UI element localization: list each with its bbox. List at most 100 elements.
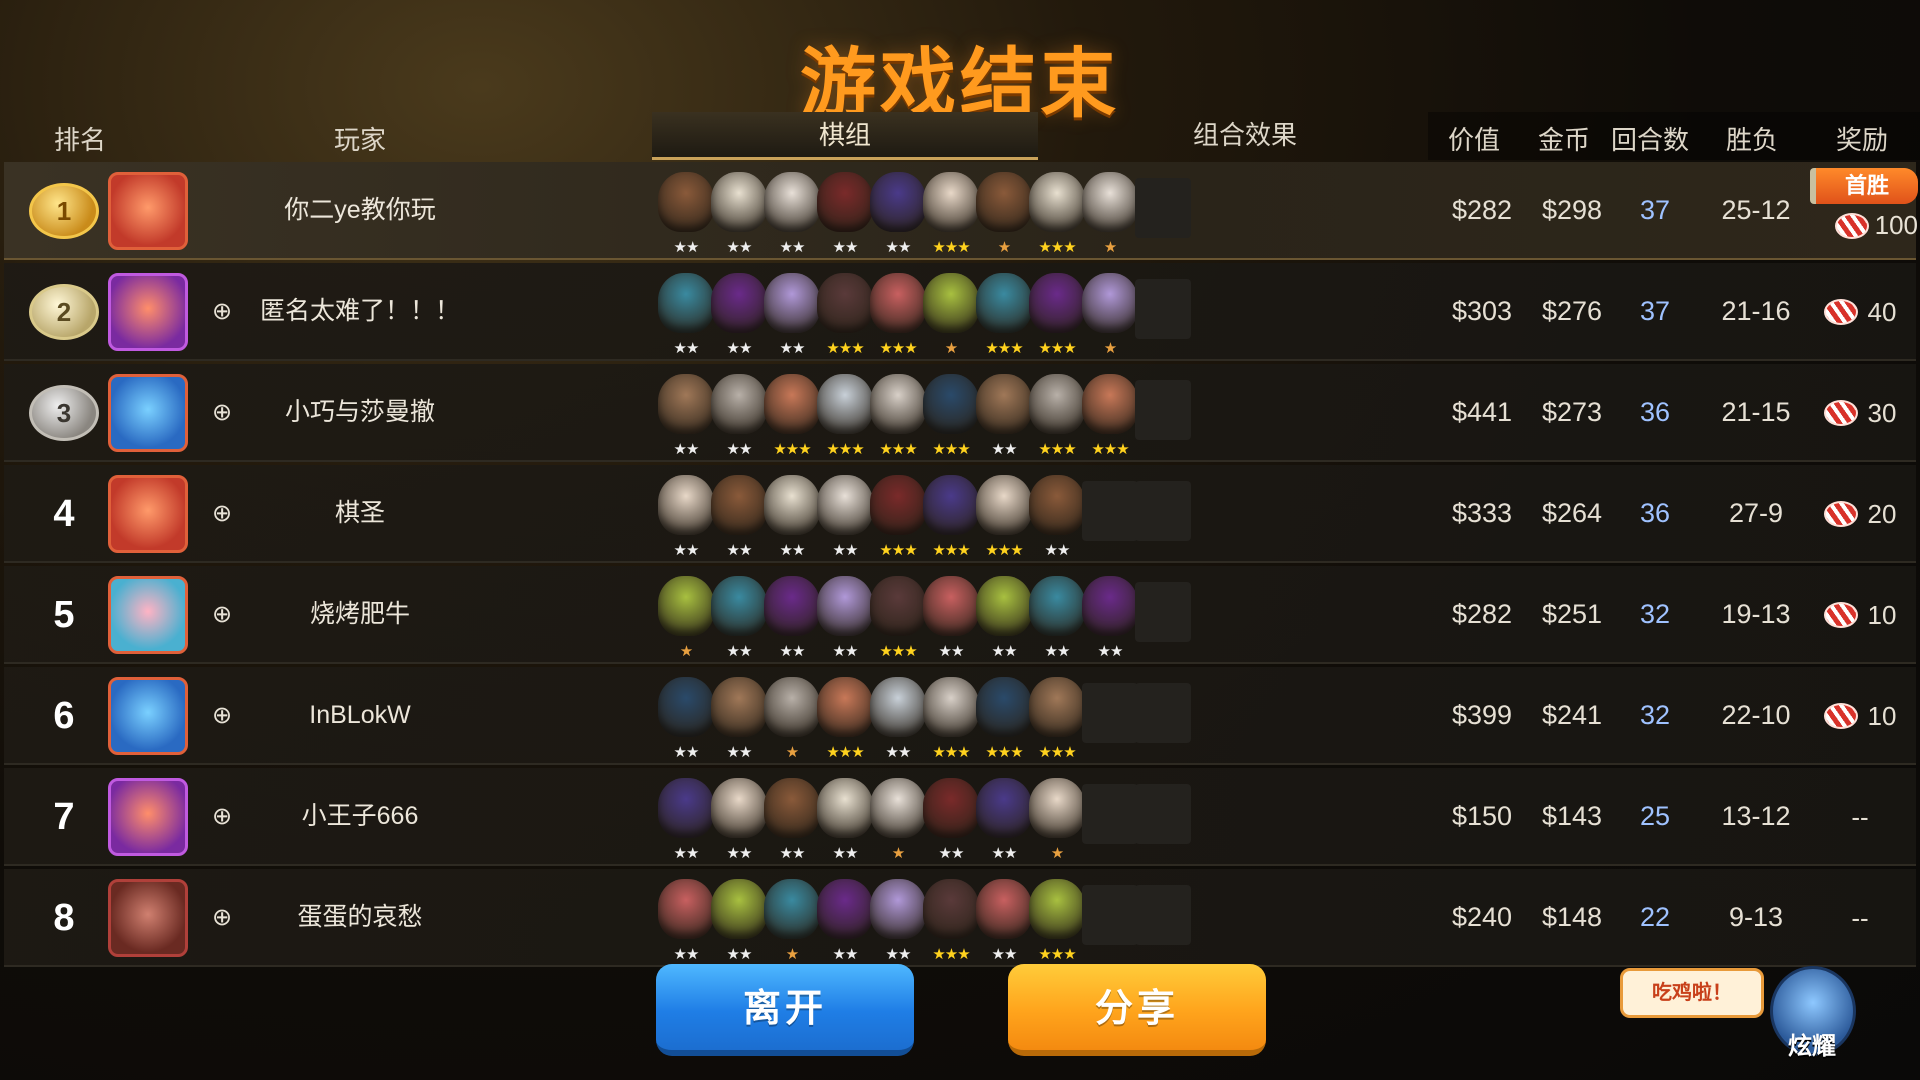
chess-piece[interactable]: ★★★: [868, 269, 928, 357]
chess-piece[interactable]: ★★: [815, 875, 875, 963]
chess-piece[interactable]: ★★: [762, 471, 822, 559]
candy-icon: [1823, 501, 1858, 527]
chess-piece[interactable]: ★★: [709, 269, 769, 357]
chess-piece[interactable]: ★★★: [868, 370, 928, 458]
chess-piece[interactable]: ★★★: [1027, 168, 1087, 256]
add-friend-icon[interactable]: ⊕: [206, 600, 238, 630]
chess-piece[interactable]: ★★★: [868, 471, 928, 559]
chess-piece[interactable]: ★★: [709, 471, 769, 559]
add-friend-icon[interactable]: ⊕: [206, 903, 238, 933]
chess-piece[interactable]: ★★: [656, 875, 716, 963]
chess-piece[interactable]: ★: [974, 168, 1034, 256]
chess-piece[interactable]: ★★★: [1027, 370, 1087, 458]
chess-piece[interactable]: ★★★: [921, 471, 981, 559]
player-avatar[interactable]: [108, 879, 188, 957]
chess-piece[interactable]: ★★: [656, 774, 716, 862]
tab-effects[interactable]: 组合效果: [1040, 112, 1450, 160]
chess-piece[interactable]: ★★: [1080, 572, 1140, 660]
chess-piece[interactable]: ★★: [709, 168, 769, 256]
chess-piece[interactable]: ★★: [974, 774, 1034, 862]
chess-piece[interactable]: ★★★: [974, 471, 1034, 559]
chess-piece[interactable]: ★★: [709, 875, 769, 963]
share-button[interactable]: 分享: [1008, 964, 1266, 1056]
chess-piece[interactable]: ★: [1080, 269, 1140, 357]
player-avatar[interactable]: [108, 374, 188, 452]
chess-piece[interactable]: ★★: [709, 774, 769, 862]
table-row: 6 ⊕ InBLokW ★★ ★★ ★ ★★★ ★★ ★★★ ★★★ ★★★ $399 $241 32 22…: [4, 667, 1916, 765]
chess-piece[interactable]: ★: [921, 269, 981, 357]
player-avatar[interactable]: [108, 576, 188, 654]
chess-piece[interactable]: ★★★: [1027, 875, 1087, 963]
tab-lineups[interactable]: 棋组: [652, 112, 1038, 160]
chess-piece[interactable]: ★★: [1027, 572, 1087, 660]
chess-piece[interactable]: ★★: [868, 673, 928, 761]
chess-piece[interactable]: ★★★: [815, 370, 875, 458]
piece-portrait-icon: [1029, 172, 1085, 232]
chess-piece[interactable]: ★★: [868, 875, 928, 963]
piece-portrait-icon: [870, 778, 926, 838]
chess-piece[interactable]: ★★: [656, 168, 716, 256]
piece-portrait-icon: [711, 475, 767, 535]
chess-piece[interactable]: ★: [868, 774, 928, 862]
add-friend-icon[interactable]: ⊕: [206, 297, 238, 327]
chess-piece[interactable]: ★★: [974, 370, 1034, 458]
chess-piece[interactable]: ★★: [921, 572, 981, 660]
chess-piece[interactable]: ★★: [762, 572, 822, 660]
chess-piece[interactable]: ★★: [868, 168, 928, 256]
header-rounds: 回合数: [1610, 125, 1689, 155]
chess-piece[interactable]: ★★: [709, 572, 769, 660]
chess-piece[interactable]: ★★: [974, 875, 1034, 963]
chess-piece[interactable]: ★★: [709, 370, 769, 458]
chess-piece[interactable]: ★★★: [1080, 370, 1140, 458]
chess-piece[interactable]: ★★: [815, 168, 875, 256]
player-avatar[interactable]: [108, 778, 188, 856]
piece-stars: ★★: [673, 542, 700, 559]
chess-piece[interactable]: ★★★: [974, 673, 1034, 761]
chess-piece[interactable]: ★★: [762, 774, 822, 862]
player-avatar[interactable]: [108, 273, 188, 351]
chess-piece[interactable]: ★★★: [974, 269, 1034, 357]
chess-piece[interactable]: ★★: [762, 269, 822, 357]
chess-piece[interactable]: ★★★: [921, 370, 981, 458]
chess-piece[interactable]: ★★: [1027, 471, 1087, 559]
chess-piece[interactable]: ★: [1080, 168, 1140, 256]
chess-piece[interactable]: ★★: [815, 471, 875, 559]
player-avatar[interactable]: [108, 172, 188, 250]
chess-piece[interactable]: ★★★: [815, 269, 875, 357]
chess-piece[interactable]: ★★: [656, 269, 716, 357]
chess-piece[interactable]: ★★: [709, 673, 769, 761]
chess-piece[interactable]: ★★★: [1027, 269, 1087, 357]
chess-piece[interactable]: ★: [656, 572, 716, 660]
chess-piece[interactable]: ★★: [974, 572, 1034, 660]
chess-piece[interactable]: ★★★: [762, 370, 822, 458]
chess-piece[interactable]: ★★★: [815, 673, 875, 761]
chess-piece[interactable]: ★★: [762, 168, 822, 256]
chess-piece[interactable]: ★★: [656, 370, 716, 458]
chess-piece[interactable]: ★★★: [921, 673, 981, 761]
piece-stars: ★★★: [826, 744, 864, 761]
chess-piece[interactable]: ★★: [656, 673, 716, 761]
player-avatar[interactable]: [108, 677, 188, 755]
piece-portrait-icon: [764, 273, 820, 333]
chess-piece[interactable]: ★★: [656, 471, 716, 559]
piece-stars: ★★: [991, 441, 1018, 458]
chess-piece[interactable]: ★★: [815, 572, 875, 660]
player-avatar[interactable]: [108, 475, 188, 553]
chess-piece[interactable]: ★★★: [921, 168, 981, 256]
add-friend-icon[interactable]: ⊕: [206, 499, 238, 529]
chess-piece[interactable]: ★: [762, 875, 822, 963]
add-friend-icon[interactable]: ⊕: [206, 701, 238, 731]
add-friend-icon[interactable]: ⊕: [206, 398, 238, 428]
show-off-label[interactable]: 炫耀: [1776, 1026, 1848, 1061]
chess-piece[interactable]: ★★★: [1027, 673, 1087, 761]
chess-piece[interactable]: ★: [762, 673, 822, 761]
chess-piece[interactable]: ★★★: [921, 875, 981, 963]
leave-button[interactable]: 离开: [656, 964, 914, 1056]
chess-piece[interactable]: ★: [1027, 774, 1087, 862]
chess-piece[interactable]: ★★: [815, 774, 875, 862]
chess-piece[interactable]: ★★: [921, 774, 981, 862]
chess-piece[interactable]: ★★★: [868, 572, 928, 660]
add-friend-icon[interactable]: ⊕: [206, 802, 238, 832]
empty-slot: [1135, 380, 1191, 440]
piece-stars: ★★: [832, 845, 859, 862]
